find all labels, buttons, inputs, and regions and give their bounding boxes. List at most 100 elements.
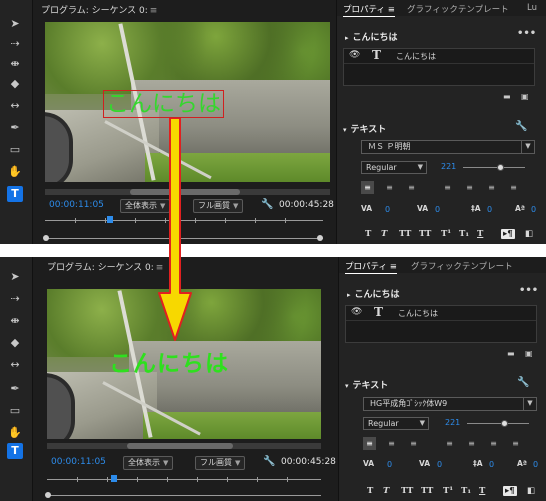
selection-tool-icon[interactable]: ➤ — [7, 16, 23, 32]
slip-icon[interactable]: ↔ — [7, 357, 23, 373]
font-size-slider[interactable] — [467, 420, 529, 427]
tab-graphics-templates[interactable]: グラフィックテンプレート — [411, 260, 513, 272]
razor-icon[interactable]: ◆ — [7, 76, 23, 92]
time-ruler[interactable] — [47, 475, 321, 485]
zoom-bar-start-handle[interactable] — [45, 492, 51, 498]
kerning-value[interactable]: 0 — [385, 205, 390, 214]
font-style-dropdown[interactable]: Regular ▼ — [361, 161, 427, 174]
justify-all-icon[interactable]: ≡ — [509, 437, 522, 450]
subscript-button[interactable]: T₁ — [459, 229, 469, 239]
tsume-button[interactable]: ▸¶ — [501, 229, 515, 239]
razor-icon[interactable]: ◆ — [7, 335, 23, 351]
type-tool-icon[interactable]: T — [7, 186, 23, 202]
quality-dropdown[interactable]: フル画質 ▼ — [195, 456, 246, 470]
zoom-dropdown[interactable]: 全体表示 ▼ — [123, 456, 174, 470]
align-left-icon[interactable]: ≡ — [363, 437, 376, 450]
zoom-bar-end-handle[interactable] — [317, 235, 323, 241]
text-direction-button[interactable]: ◧ — [525, 229, 533, 239]
align-center-icon[interactable]: ≡ — [385, 437, 398, 450]
new-layer-icon[interactable]: ▣ — [525, 349, 533, 358]
text-section-header[interactable]: ▾ テキスト — [343, 122, 386, 135]
eye-icon[interactable]: 👁 — [351, 307, 362, 317]
hand-icon[interactable]: ✋ — [7, 164, 23, 180]
all-caps-button[interactable]: TT — [399, 229, 411, 239]
slip-icon[interactable]: ↔ — [7, 98, 23, 114]
text-section-header[interactable]: ▾ テキスト — [345, 378, 388, 391]
wrench-icon[interactable]: 🔧 — [261, 199, 273, 210]
zoom-bar-start-handle[interactable] — [43, 235, 49, 241]
font-dropdown[interactable]: HG平成角ｺﾞｼｯｸ体W9 ▼ — [363, 397, 537, 411]
tab-lumetri[interactable]: Lu — [527, 3, 537, 13]
track-select-icon[interactable]: ⇢ — [7, 36, 23, 52]
align-right-icon[interactable]: ≡ — [407, 437, 420, 450]
subscript-button[interactable]: T₁ — [461, 486, 471, 496]
font-style-dropdown[interactable]: Regular ▼ — [363, 417, 429, 430]
title-text-after[interactable]: こんにちは — [107, 351, 231, 377]
zoom-bar[interactable] — [45, 491, 321, 501]
slider-knob[interactable] — [497, 164, 504, 171]
ripple-edit-icon[interactable]: ⇼ — [7, 56, 23, 72]
folder-icon[interactable]: ▬ — [503, 92, 511, 101]
wrench-icon[interactable]: 🔧 — [515, 121, 527, 132]
more-options-icon[interactable]: ••• — [517, 28, 536, 39]
rectangle-icon[interactable]: ▭ — [7, 142, 23, 158]
type-tool-icon[interactable]: T — [7, 443, 23, 459]
layer-row[interactable]: 👁 T こんにちは — [344, 48, 534, 64]
title-text-before[interactable]: こんにちは — [103, 90, 224, 118]
justify-left-icon[interactable]: ≡ — [443, 437, 456, 450]
ripple-edit-icon[interactable]: ⇼ — [7, 313, 23, 329]
font-size-slider[interactable] — [463, 164, 525, 171]
small-caps-button[interactable]: TT — [421, 486, 433, 496]
faux-bold-button[interactable]: T — [365, 229, 371, 239]
monitor-scrollbar[interactable] — [47, 443, 321, 449]
playhead-timecode[interactable]: 00:00:11:05 — [51, 457, 106, 467]
tsume-button[interactable]: ▸¶ — [503, 486, 517, 496]
new-layer-icon[interactable]: ▣ — [521, 92, 529, 101]
tab-properties[interactable]: プロパティ ≡ — [345, 260, 397, 274]
selection-tool-icon[interactable]: ➤ — [7, 269, 23, 285]
playhead-timecode[interactable]: 00:00:11:05 — [49, 200, 104, 210]
superscript-button[interactable]: T¹ — [443, 486, 453, 496]
small-caps-button[interactable]: TT — [419, 229, 431, 239]
track-select-icon[interactable]: ⇢ — [7, 291, 23, 307]
leading-value[interactable]: 0 — [489, 460, 494, 469]
baseline-shift-value[interactable]: 0 — [533, 460, 538, 469]
tab-properties[interactable]: プロパティ ≡ — [343, 3, 395, 17]
all-caps-button[interactable]: TT — [401, 486, 413, 496]
wrench-icon[interactable]: 🔧 — [263, 456, 275, 467]
justify-right-icon[interactable]: ≡ — [485, 181, 498, 194]
tracking-value[interactable]: 0 — [435, 205, 440, 214]
playhead-marker[interactable] — [107, 216, 113, 223]
kerning-value[interactable]: 0 — [387, 460, 392, 469]
tracking-value[interactable]: 0 — [437, 460, 442, 469]
panel-menu-icon[interactable]: ≡ — [150, 6, 158, 16]
align-left-icon[interactable]: ≡ — [361, 181, 374, 194]
playhead-marker[interactable] — [111, 475, 117, 482]
underline-button[interactable]: T — [479, 486, 485, 496]
justify-all-icon[interactable]: ≡ — [507, 181, 520, 194]
faux-bold-button[interactable]: T — [367, 486, 373, 496]
rectangle-icon[interactable]: ▭ — [7, 403, 23, 419]
justify-center-icon[interactable]: ≡ — [463, 181, 476, 194]
underline-button[interactable]: T — [477, 229, 483, 239]
font-dropdown[interactable]: ＭＳ Ｐ明朝 ▼ — [361, 140, 535, 154]
justify-left-icon[interactable]: ≡ — [441, 181, 454, 194]
superscript-button[interactable]: T¹ — [441, 229, 451, 239]
justify-center-icon[interactable]: ≡ — [465, 437, 478, 450]
faux-italic-button[interactable]: T — [381, 229, 387, 239]
faux-italic-button[interactable]: T — [383, 486, 389, 496]
more-options-icon[interactable]: ••• — [519, 285, 538, 296]
align-right-icon[interactable]: ≡ — [405, 181, 418, 194]
font-size-value[interactable]: 221 — [441, 162, 456, 171]
folder-icon[interactable]: ▬ — [507, 349, 515, 358]
leading-value[interactable]: 0 — [487, 205, 492, 214]
tab-graphics-templates[interactable]: グラフィックテンプレート — [407, 3, 509, 15]
align-center-icon[interactable]: ≡ — [383, 181, 396, 194]
justify-right-icon[interactable]: ≡ — [487, 437, 500, 450]
wrench-icon[interactable]: 🔧 — [517, 377, 529, 388]
hand-icon[interactable]: ✋ — [7, 425, 23, 441]
baseline-shift-value[interactable]: 0 — [531, 205, 536, 214]
pen-icon[interactable]: ✒ — [7, 120, 23, 136]
eye-icon[interactable]: 👁 — [349, 50, 360, 60]
slider-knob[interactable] — [501, 420, 508, 427]
